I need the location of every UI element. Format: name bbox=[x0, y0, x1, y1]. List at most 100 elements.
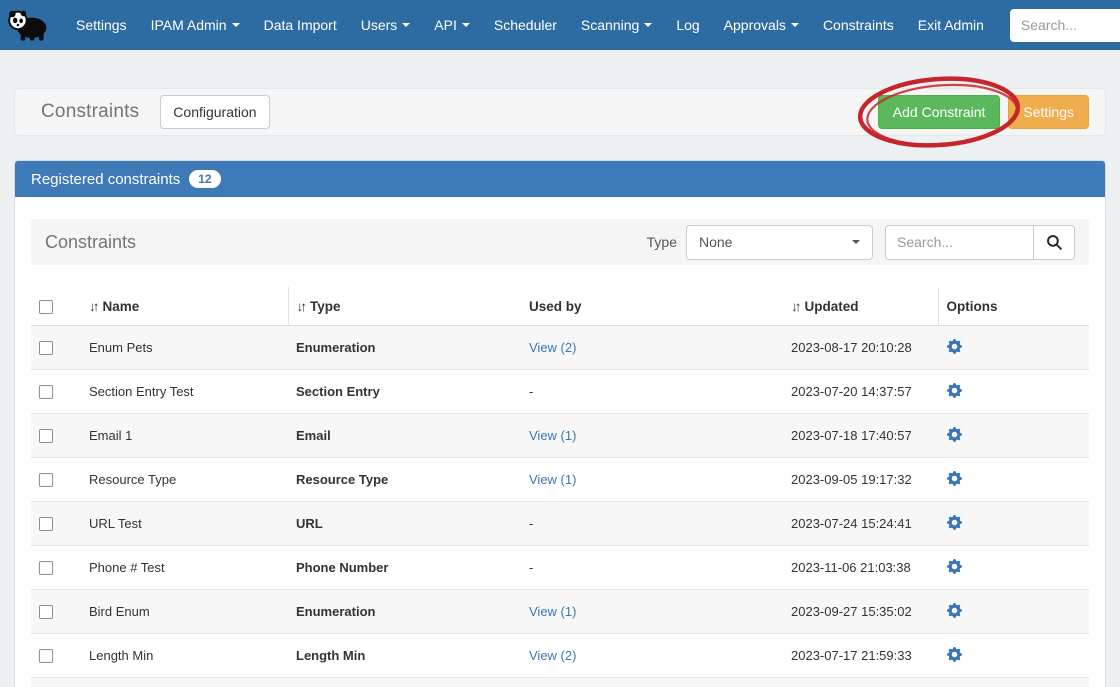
panel-heading: Registered constraints 12 bbox=[15, 161, 1105, 197]
table-search-button[interactable] bbox=[1033, 225, 1075, 260]
row-checkbox[interactable] bbox=[39, 649, 53, 663]
updated-cell: 2023-08-17 20:10:28 bbox=[783, 325, 938, 369]
nav-item-exit-admin[interactable]: Exit Admin bbox=[906, 2, 996, 48]
select-all-checkbox[interactable] bbox=[39, 300, 53, 314]
row-checkbox[interactable] bbox=[39, 385, 53, 399]
updated-cell: 2023-07-17 21:59:33 bbox=[783, 633, 938, 677]
table-toolbar: Constraints Type None bbox=[31, 219, 1089, 265]
name-cell: Section Entry Test bbox=[81, 369, 288, 413]
nav-item-api[interactable]: API bbox=[422, 2, 482, 48]
chevron-down-icon bbox=[232, 23, 240, 27]
nav-item-users[interactable]: Users bbox=[349, 2, 423, 48]
options-gear-icon[interactable] bbox=[946, 602, 963, 619]
page-header: Constraints Configuration Add Constraint… bbox=[14, 88, 1106, 136]
name-cell: Bird Enum bbox=[81, 589, 288, 633]
table-row: Length Min Length Min View (2) 2023-07-1… bbox=[31, 633, 1089, 677]
name-cell: URL Test bbox=[81, 501, 288, 545]
table-header-row: ↓↑ Name ↓↑ Type Used by ↓↑ Updated Options bbox=[31, 287, 1089, 325]
type-cell: Section Entry bbox=[288, 369, 521, 413]
header-actions: Add Constraint Settings bbox=[878, 95, 1089, 129]
constraints-table: ↓↑Name ↓↑Type Used by ↓↑Updated Options … bbox=[31, 287, 1089, 687]
row-checkbox[interactable] bbox=[39, 429, 53, 443]
toolbar-controls: Type None bbox=[647, 225, 1075, 260]
row-checkbox[interactable] bbox=[39, 341, 53, 355]
table-row: Email 1 Email View (1) 2023-07-18 17:40:… bbox=[31, 413, 1089, 457]
row-checkbox[interactable] bbox=[39, 561, 53, 575]
table-row: Bird Enum Enumeration View (1) 2023-09-2… bbox=[31, 589, 1089, 633]
row-checkbox[interactable] bbox=[39, 473, 53, 487]
sort-icon[interactable]: ↓↑ bbox=[791, 299, 799, 314]
navbar-search-input[interactable] bbox=[1010, 9, 1120, 42]
updated-cell: 2023-07-20 14:37:57 bbox=[783, 369, 938, 413]
used-by-cell-text[interactable]: View (1) bbox=[529, 472, 576, 487]
table-row: Section Entry Test Section Entry - 2023-… bbox=[31, 369, 1089, 413]
sort-icon[interactable]: ↓↑ bbox=[89, 299, 97, 314]
page-title: Constraints bbox=[41, 101, 139, 123]
column-header-options: Options bbox=[947, 299, 998, 314]
configuration-button[interactable]: Configuration bbox=[160, 95, 269, 129]
options-gear-icon[interactable] bbox=[946, 514, 963, 531]
type-filter-select[interactable]: None bbox=[686, 225, 873, 260]
panel-body: Constraints Type None bbox=[15, 197, 1105, 687]
add-constraint-button[interactable]: Add Constraint bbox=[878, 95, 1001, 129]
options-gear-icon[interactable] bbox=[946, 470, 963, 487]
navbar-search bbox=[1010, 9, 1120, 42]
table-search-input[interactable] bbox=[885, 225, 1033, 260]
updated-cell: 2023-09-05 19:17:32 bbox=[783, 457, 938, 501]
options-gear-icon[interactable] bbox=[946, 382, 963, 399]
nav-item-approvals[interactable]: Approvals bbox=[712, 2, 811, 48]
chevron-down-icon bbox=[791, 23, 799, 27]
type-filter-value: None bbox=[699, 234, 732, 250]
type-cell: Phone Number bbox=[288, 545, 521, 589]
constraint-count-badge: 12 bbox=[189, 170, 220, 188]
options-gear-icon[interactable] bbox=[946, 338, 963, 355]
used-by-cell-text[interactable]: View (1) bbox=[529, 428, 576, 443]
name-cell: Length Min bbox=[81, 633, 288, 677]
row-checkbox[interactable] bbox=[39, 517, 53, 531]
table-row: Resource Type Resource Type View (1) 202… bbox=[31, 457, 1089, 501]
table-row: URL Test URL - 2023-07-24 15:24:41 bbox=[31, 501, 1089, 545]
search-icon bbox=[1046, 234, 1063, 251]
used-by-cell-text[interactable]: View (2) bbox=[529, 340, 576, 355]
options-gear-icon[interactable] bbox=[946, 558, 963, 575]
nav-item-data-import[interactable]: Data Import bbox=[252, 2, 349, 48]
nav-item-constraints[interactable]: Constraints bbox=[811, 2, 906, 48]
panda-logo[interactable] bbox=[6, 5, 50, 45]
nav-item-ipam-admin[interactable]: IPAM Admin bbox=[139, 2, 252, 48]
settings-button[interactable]: Settings bbox=[1008, 95, 1089, 129]
options-gear-icon[interactable] bbox=[946, 646, 963, 663]
name-cell: Length Max bbox=[81, 677, 288, 687]
updated-cell: 2023-06-30 16:53:36 bbox=[783, 677, 938, 687]
used-by-cell-text: - bbox=[529, 516, 533, 531]
nav-item-scanning[interactable]: Scanning bbox=[569, 2, 664, 48]
used-by-cell-text[interactable]: View (2) bbox=[529, 648, 576, 663]
name-cell: Phone # Test bbox=[81, 545, 288, 589]
column-header-type[interactable]: Type bbox=[310, 299, 341, 314]
nav-item-settings[interactable]: Settings bbox=[64, 2, 139, 48]
name-cell: Email 1 bbox=[81, 413, 288, 457]
nav-item-scheduler[interactable]: Scheduler bbox=[482, 2, 569, 48]
column-header-updated[interactable]: Updated bbox=[805, 299, 859, 314]
updated-cell: 2023-09-27 15:35:02 bbox=[783, 589, 938, 633]
nav-item-log[interactable]: Log bbox=[664, 2, 711, 48]
chevron-down-icon bbox=[462, 23, 470, 27]
used-by-cell-text[interactable]: View (1) bbox=[529, 604, 576, 619]
column-header-name[interactable]: Name bbox=[103, 299, 140, 314]
top-navbar: Settings IPAM Admin Data Import Users AP… bbox=[0, 0, 1120, 50]
sort-icon[interactable]: ↓↑ bbox=[297, 299, 305, 314]
type-filter-label: Type bbox=[647, 234, 677, 250]
options-gear-icon[interactable] bbox=[946, 426, 963, 443]
type-cell: Length Max bbox=[288, 677, 521, 687]
type-cell: Enumeration bbox=[288, 325, 521, 369]
panda-logo-icon bbox=[6, 8, 50, 42]
row-checkbox[interactable] bbox=[39, 605, 53, 619]
chevron-down-icon bbox=[852, 240, 860, 244]
chevron-down-icon bbox=[644, 23, 652, 27]
registered-constraints-panel: Registered constraints 12 Constraints Ty… bbox=[14, 160, 1106, 687]
chevron-down-icon bbox=[402, 23, 410, 27]
type-cell: Enumeration bbox=[288, 589, 521, 633]
table-row: Enum Pets Enumeration View (2) 2023-08-1… bbox=[31, 325, 1089, 369]
type-cell: Email bbox=[288, 413, 521, 457]
column-header-used-by: Used by bbox=[529, 299, 582, 314]
type-cell: Length Min bbox=[288, 633, 521, 677]
